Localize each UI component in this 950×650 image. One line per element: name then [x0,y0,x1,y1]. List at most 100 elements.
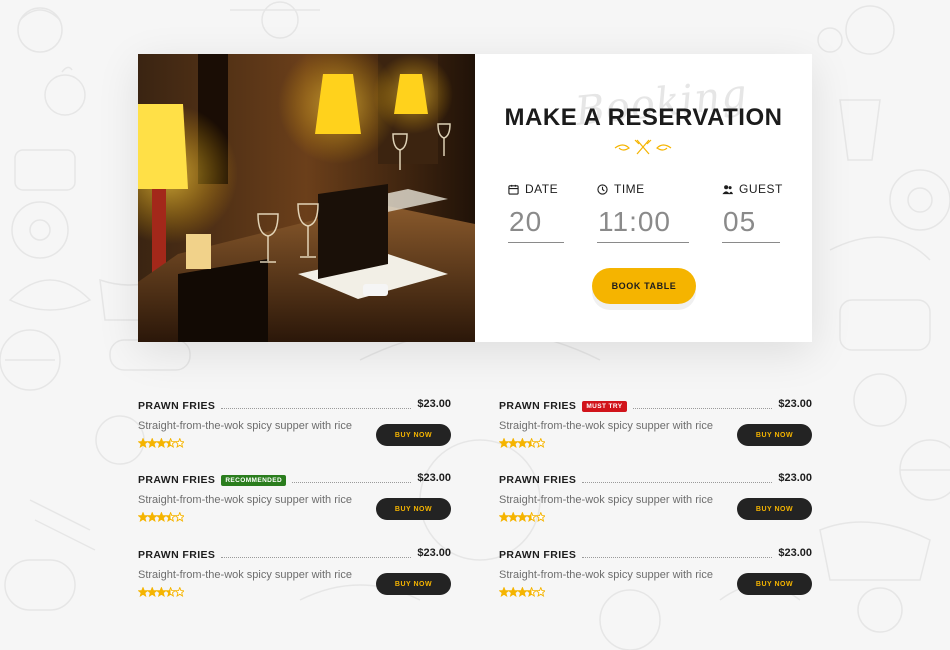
star-rating [138,438,184,448]
menu-item-price: $23.00 [417,472,451,484]
buy-now-button[interactable]: BUY NOW [376,573,451,595]
menu-item-name: PRAWN FRIES [499,474,577,486]
menu-item: PRAWN FRIES $23.00 Straight-from-the-wok… [138,396,451,456]
star-icon [526,587,538,597]
buy-now-button[interactable]: BUY NOW [376,424,451,446]
date-label-text: DATE [525,182,559,196]
menu-item-description: Straight-from-the-wok spicy supper with … [499,420,713,432]
cutlery-ornament-icon [614,139,672,155]
menu-item-price: $23.00 [417,398,451,410]
star-icon [155,438,167,448]
star-rating [499,512,545,522]
must-try-badge: MUST TRY [582,400,627,412]
clock-icon [597,183,608,195]
star-icon [499,512,510,522]
buy-now-button[interactable]: BUY NOW [737,424,812,446]
dotted-leader [582,481,773,483]
reservation-title: MAKE A RESERVATION [504,104,783,131]
users-icon [722,184,733,194]
star-icon [507,438,519,448]
time-label: TIME [597,182,689,196]
menu-item: PRAWN FRIES $23.00 Straight-from-the-wok… [499,470,812,530]
time-field[interactable]: TIME 11:00 [597,182,689,243]
dotted-leader [292,481,412,483]
star-icon [155,512,167,522]
menu-item-price: $23.00 [778,472,812,484]
star-icon [516,512,528,522]
guest-value[interactable]: 05 [722,206,780,243]
dotted-leader [632,407,773,409]
menu-item-name: PRAWN FRIES [499,549,577,561]
star-icon [535,512,545,522]
guest-label-text: GUEST [739,182,783,196]
recommended-badge: RECOMMENDED [221,474,287,486]
menu-item-name: PRAWN FRIES [138,400,216,412]
star-icon [146,512,158,522]
dotted-leader [221,407,412,409]
reservation-form: Booking MAKE A RESERVATION DATE 20 TIME … [475,54,812,342]
star-rating [138,512,184,522]
star-icon [499,438,510,448]
star-icon [138,587,149,597]
star-icon [165,438,177,448]
menu-item: PRAWN FRIES $23.00 Straight-from-the-wok… [138,545,451,605]
star-icon [165,512,177,522]
menu-item-header: PRAWN FRIES $23.00 [499,547,812,561]
star-icon [499,587,510,597]
star-icon [535,587,545,597]
star-rating [138,587,184,597]
star-rating [499,587,545,597]
menu-item-description: Straight-from-the-wok spicy supper with … [138,569,352,581]
date-value[interactable]: 20 [508,206,564,243]
menu-item-description: Straight-from-the-wok spicy supper with … [499,569,713,581]
time-label-text: TIME [614,182,645,196]
menu-item-description: Straight-from-the-wok spicy supper with … [138,420,352,432]
star-icon [155,587,167,597]
star-icon [507,512,519,522]
date-field[interactable]: DATE 20 [508,182,564,243]
menu-item: PRAWN FRIES MUST TRY $23.00 Straight-fro… [499,396,812,456]
buy-now-button[interactable]: BUY NOW [737,573,812,595]
menu-item: PRAWN FRIES $23.00 Straight-from-the-wok… [499,545,812,605]
dotted-leader [582,556,773,558]
guest-field[interactable]: GUEST 05 [722,182,783,243]
star-icon [535,438,545,448]
buy-now-button[interactable]: BUY NOW [376,498,451,520]
menu-item-header: PRAWN FRIES MUST TRY $23.00 [499,398,812,412]
star-icon [138,438,149,448]
star-icon [526,512,538,522]
book-table-button[interactable]: BOOK TABLE [592,268,696,304]
menu-item-name: PRAWN FRIES [499,400,577,412]
date-label: DATE [508,182,564,196]
star-icon [165,587,177,597]
menu-item-name: PRAWN FRIES [138,474,216,486]
star-icon [507,587,519,597]
star-rating [499,438,545,448]
menu-item-price: $23.00 [778,547,812,559]
reservation-card: Booking MAKE A RESERVATION DATE 20 TIME … [138,54,812,342]
star-icon [174,587,184,597]
menu-item-header: PRAWN FRIES $23.00 [138,398,451,412]
star-icon [174,512,184,522]
star-icon [516,438,528,448]
menu-item-name: PRAWN FRIES [138,549,216,561]
dotted-leader [221,556,412,558]
calendar-icon [508,184,519,195]
menu-item-header: PRAWN FRIES $23.00 [138,547,451,561]
menu-item-description: Straight-from-the-wok spicy supper with … [499,494,713,506]
star-icon [174,438,184,448]
star-icon [516,587,528,597]
menu-item-header: PRAWN FRIES $23.00 [499,472,812,486]
menu-item-description: Straight-from-the-wok spicy supper with … [138,494,352,506]
menu-item: PRAWN FRIES RECOMMENDED $23.00 Straight-… [138,470,451,530]
star-icon [138,512,149,522]
star-icon [146,587,158,597]
star-icon [146,438,158,448]
star-icon [526,438,538,448]
guest-label: GUEST [722,182,783,196]
menu-item-price: $23.00 [778,398,812,410]
time-value[interactable]: 11:00 [597,206,689,243]
restaurant-photo [138,54,475,342]
buy-now-button[interactable]: BUY NOW [737,498,812,520]
menu-item-price: $23.00 [417,547,451,559]
